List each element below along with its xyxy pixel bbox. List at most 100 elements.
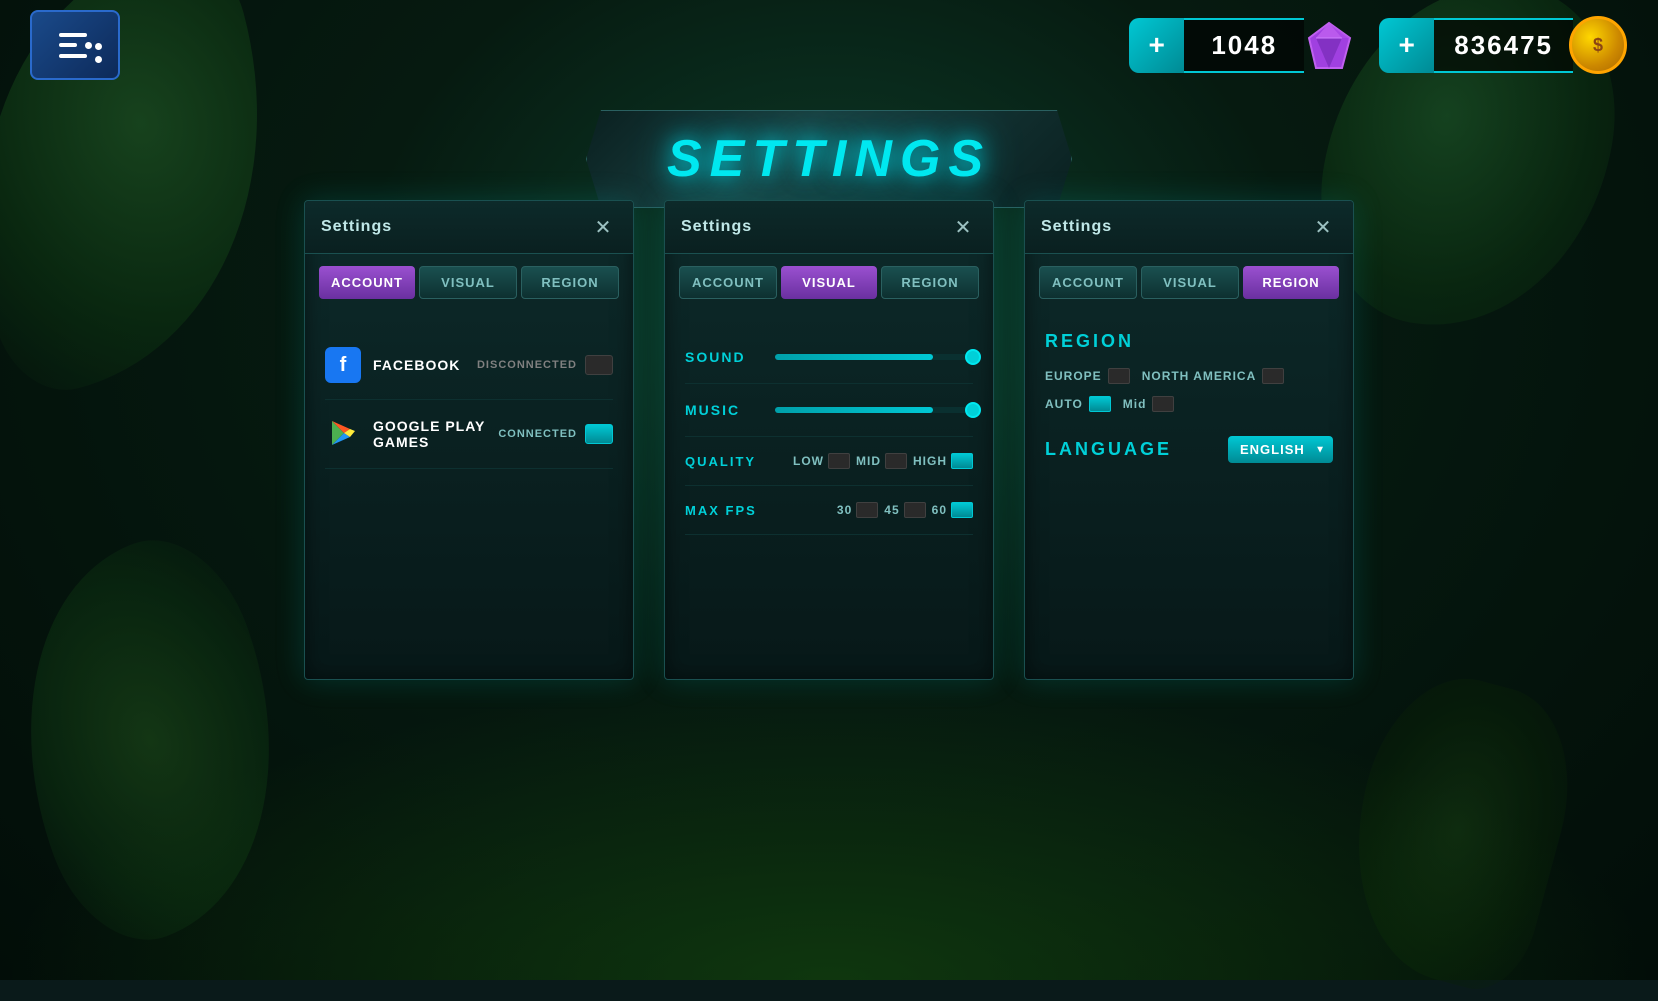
mid-label: Mid (1123, 397, 1147, 411)
fps-label: MAX FPS (685, 503, 775, 518)
panel-header: Settings ✕ (1025, 201, 1353, 254)
region-europe: EUROPE (1045, 368, 1130, 384)
region-options: EUROPE NORTH AMERICA (1045, 368, 1333, 384)
region-auto: AUTO (1045, 396, 1111, 412)
language-label: LANGUAGE (1045, 439, 1172, 460)
facebook-status: DISCONNECTED (477, 355, 613, 375)
europe-label: EUROPE (1045, 369, 1102, 383)
language-select[interactable]: ENGLISH FRENCH GERMAN SPANISH (1228, 436, 1333, 463)
mid-toggle[interactable] (1152, 396, 1174, 412)
tab-bar: Account Visual Region (305, 254, 633, 311)
page-title: SETTINGS (667, 129, 991, 189)
quality-high-label: HIGH (913, 454, 947, 468)
connected-label: CONNECTED (498, 428, 577, 440)
quality-mid: MID (856, 453, 907, 469)
fps-30-toggle[interactable] (856, 502, 878, 518)
googleplay-status: CONNECTED (498, 424, 613, 444)
gold-currency: + 836475 $ (1379, 18, 1628, 73)
disconnected-label: DISCONNECTED (477, 359, 577, 371)
panel-header: Settings ✕ (665, 201, 993, 254)
fps-45: 45 (884, 502, 925, 518)
googleplay-label: GOOGLE PLAY GAMES (373, 418, 498, 450)
menu-button[interactable] (30, 10, 120, 80)
gold-add-button[interactable]: + (1379, 18, 1434, 73)
tab-visual[interactable]: Visual (1141, 266, 1239, 299)
quality-high: HIGH (913, 453, 973, 469)
googleplay-toggle[interactable] (585, 424, 613, 444)
fps-30: 30 (837, 502, 878, 518)
topbar: + 1048 + 836475 $ (0, 0, 1658, 90)
tab-region[interactable]: Region (1243, 266, 1339, 299)
region-options-row2: AUTO Mid (1045, 396, 1333, 412)
fps-row: MAX FPS 30 45 60 (685, 486, 973, 535)
region-panel: Settings ✕ Account Visual Region REGION … (1024, 200, 1354, 680)
fps-45-toggle[interactable] (904, 502, 926, 518)
music-label: MUSIC (685, 402, 765, 418)
ground-glow (0, 680, 1658, 980)
facebook-toggle[interactable] (585, 355, 613, 375)
tab-visual[interactable]: Visual (781, 266, 877, 299)
account-panel: Settings ✕ Account Visual Region f FACEB… (304, 200, 634, 680)
na-label: NORTH AMERICA (1142, 369, 1257, 383)
language-section: LANGUAGE ENGLISH FRENCH GERMAN SPANISH (1045, 436, 1333, 463)
quality-low-label: LOW (793, 454, 824, 468)
panel-body: REGION EUROPE NORTH AMERICA (1025, 311, 1353, 483)
tab-bar: Account Visual Region (665, 254, 993, 311)
fps-60: 60 (932, 502, 973, 518)
panel-title: Settings (681, 218, 752, 236)
fps-60-toggle[interactable] (951, 502, 973, 518)
panel-title: Settings (321, 218, 392, 236)
music-slider[interactable] (775, 407, 973, 413)
tab-bar: Account Visual Region (1025, 254, 1353, 311)
quality-low-toggle[interactable] (828, 453, 850, 469)
fps-45-label: 45 (884, 503, 899, 517)
googleplay-row: GOOGLE PLAY GAMES CONNECTED (325, 400, 613, 469)
gold-coin-icon: $ (1568, 15, 1628, 75)
europe-toggle[interactable] (1108, 368, 1130, 384)
tab-account[interactable]: Account (679, 266, 777, 299)
quality-row: QUALITY LOW MID HIGH (685, 437, 973, 486)
tab-account[interactable]: Account (319, 266, 415, 299)
region-section: REGION EUROPE NORTH AMERICA (1045, 331, 1333, 412)
fps-30-label: 30 (837, 503, 852, 517)
gem-value: 1048 (1184, 18, 1304, 73)
panels-container: Settings ✕ Account Visual Region f FACEB… (0, 200, 1658, 680)
sound-row: SOUND (685, 331, 973, 384)
auto-toggle[interactable] (1089, 396, 1111, 412)
panel-body: f FACEBOOK DISCONNECTED GOOGLE (305, 311, 633, 489)
hamburger-icon (59, 33, 92, 58)
quality-label: QUALITY (685, 454, 775, 469)
music-row: MUSIC (685, 384, 973, 437)
gem-currency: + 1048 (1129, 18, 1359, 73)
tab-region[interactable]: Region (521, 266, 619, 299)
tab-region[interactable]: Region (881, 266, 979, 299)
sound-label: SOUND (685, 349, 765, 365)
na-toggle[interactable] (1262, 368, 1284, 384)
tab-account[interactable]: Account (1039, 266, 1137, 299)
page-title-wrap: SETTINGS (586, 110, 1072, 208)
panel-body: SOUND MUSIC QUALITY LOW (665, 311, 993, 555)
visual-panel: Settings ✕ Account Visual Region SOUND M… (664, 200, 994, 680)
panel-header: Settings ✕ (305, 201, 633, 254)
quality-high-toggle[interactable] (951, 453, 973, 469)
close-button[interactable]: ✕ (1309, 213, 1337, 241)
fps-choices: 30 45 60 (781, 502, 973, 518)
googleplay-icon (325, 416, 361, 452)
region-na: NORTH AMERICA (1142, 368, 1285, 384)
tab-visual[interactable]: Visual (419, 266, 517, 299)
sound-slider[interactable] (775, 354, 973, 360)
auto-label: AUTO (1045, 397, 1083, 411)
region-label: REGION (1045, 331, 1333, 352)
page-title-bg: SETTINGS (586, 110, 1072, 208)
fps-60-label: 60 (932, 503, 947, 517)
region-mid: Mid (1123, 396, 1175, 412)
gem-add-button[interactable]: + (1129, 18, 1184, 73)
quality-mid-toggle[interactable] (885, 453, 907, 469)
quality-mid-label: MID (856, 454, 881, 468)
gold-value: 836475 (1434, 18, 1573, 73)
panel-title: Settings (1041, 218, 1112, 236)
close-button[interactable]: ✕ (589, 213, 617, 241)
close-button[interactable]: ✕ (949, 213, 977, 241)
gem-icon (1299, 15, 1359, 75)
language-select-wrap: ENGLISH FRENCH GERMAN SPANISH (1228, 436, 1333, 463)
